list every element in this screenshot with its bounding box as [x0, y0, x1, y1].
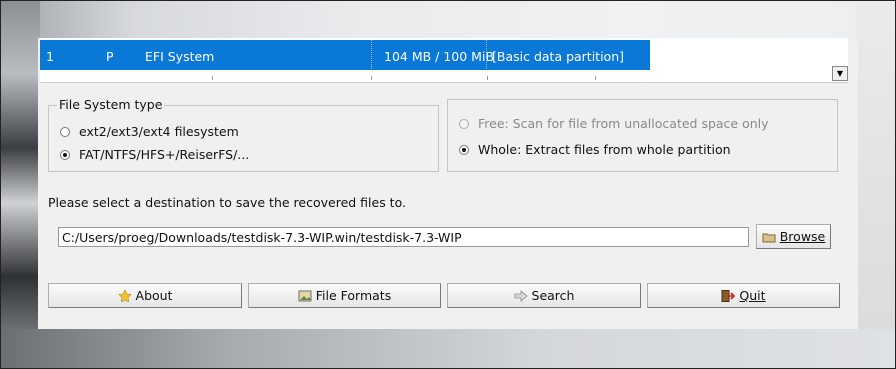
radio-free-space[interactable]: Free: Scan for file from unallocated spa…: [459, 116, 769, 131]
about-button[interactable]: About: [48, 283, 242, 308]
browse-label: Browse: [779, 229, 826, 244]
search-label: Search: [531, 288, 575, 303]
destination-prompt: Please select a destination to save the …: [48, 195, 406, 210]
file-formats-label: File Formats: [315, 288, 392, 303]
radio-label: Free: Scan for file from unallocated spa…: [478, 116, 769, 131]
radio-fat-ntfs[interactable]: FAT/NTFS/HFS+/ReiserFS/...: [60, 147, 249, 162]
partition-flag: P: [106, 49, 114, 64]
photorec-dialog: 1 P EFI System 104 MB / 100 MiB [Basic d…: [38, 38, 858, 329]
quit-button[interactable]: Quit: [647, 283, 840, 308]
partition-size: 104 MB / 100 MiB: [371, 40, 494, 69]
radio-whole-partition[interactable]: Whole: Extract files from whole partitio…: [459, 142, 731, 157]
star-icon: [117, 289, 132, 302]
radio-button-disabled[interactable]: [459, 119, 469, 129]
radio-button-selected[interactable]: [459, 145, 469, 155]
partition-type: EFI System: [145, 49, 215, 64]
destination-path-input[interactable]: [58, 227, 749, 247]
exit-door-icon: [721, 289, 736, 302]
scan-mode-group: Free: Scan for file from unallocated spa…: [447, 99, 838, 172]
partition-label: [Basic data partition]: [492, 49, 625, 64]
partition-number: 1: [46, 49, 54, 64]
radio-button-selected[interactable]: [60, 150, 70, 160]
file-formats-button[interactable]: File Formats: [248, 283, 441, 308]
browse-button[interactable]: Browse: [756, 224, 831, 249]
filesystem-type-group: File System type ext2/ext3/ext4 filesyst…: [48, 97, 439, 172]
scroll-down-arrow-icon[interactable]: ▼: [832, 66, 848, 81]
filesystem-type-title: File System type: [57, 97, 165, 112]
arrow-right-icon: [514, 289, 528, 302]
folder-icon: [762, 231, 776, 243]
radio-label: Whole: Extract files from whole partitio…: [478, 142, 731, 157]
search-button[interactable]: Search: [447, 283, 641, 308]
desktop-background-top: [0, 0, 896, 40]
desktop-background-bottom: [0, 329, 896, 369]
partition-row-selected[interactable]: 1 P EFI System 104 MB / 100 MiB [Basic d…: [40, 40, 650, 70]
radio-button[interactable]: [60, 127, 70, 137]
radio-ext-filesystem[interactable]: ext2/ext3/ext4 filesystem: [60, 124, 239, 139]
about-label: About: [135, 288, 173, 303]
radio-label: ext2/ext3/ext4 filesystem: [79, 124, 239, 139]
desktop-background-right: [856, 0, 896, 369]
quit-label: Quit: [739, 288, 766, 303]
desktop-background-left: [0, 0, 40, 369]
partition-list[interactable]: 1 P EFI System 104 MB / 100 MiB [Basic d…: [40, 38, 848, 83]
radio-label: FAT/NTFS/HFS+/ReiserFS/...: [79, 147, 250, 162]
image-file-icon: [298, 290, 312, 302]
